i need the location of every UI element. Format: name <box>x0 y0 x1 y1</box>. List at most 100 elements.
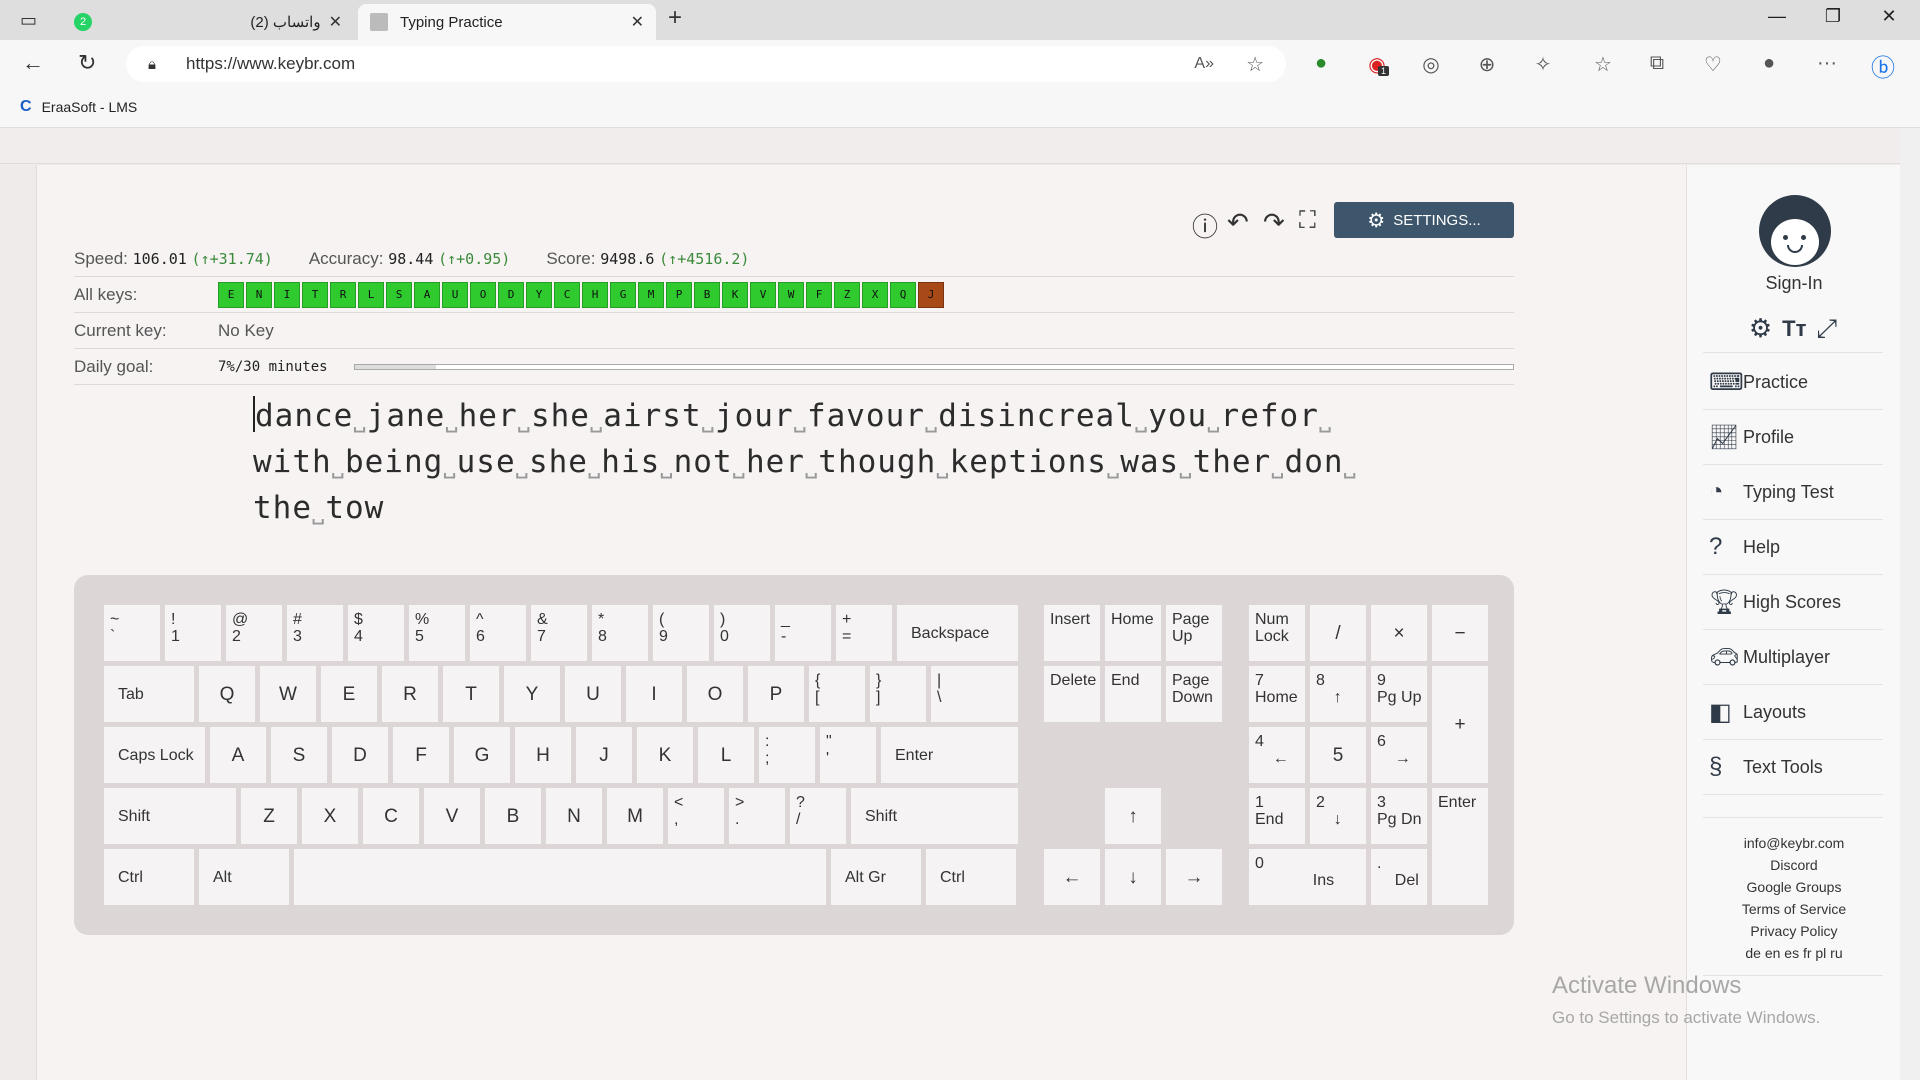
sidebar-item-help[interactable]: ? Help <box>1703 520 1883 575</box>
key-q[interactable]: Q <box>199 666 255 722</box>
key-3[interactable]: # 3 <box>287 605 343 661</box>
settings-button[interactable]: ⚙ SETTINGS... <box>1334 202 1514 238</box>
practice-text[interactable]: dance˽jane˽her˽she˽airst˽jour˽favour˽dis… <box>253 393 1403 531</box>
footer-link[interactable]: Privacy Policy <box>1687 923 1901 939</box>
key-arrow-down[interactable]: ↓ <box>1105 849 1161 905</box>
key-v[interactable]: V <box>424 788 480 844</box>
key-5[interactable]: % 5 <box>409 605 465 661</box>
key-caps-lock[interactable]: Caps Lock <box>104 727 205 783</box>
key-shift-left[interactable]: Shift <box>104 788 236 844</box>
key-10[interactable]: ) 0 <box>714 605 770 661</box>
key-m[interactable]: M <box>607 788 663 844</box>
key-s[interactable]: S <box>271 727 327 783</box>
numpad-key-14[interactable]: Enter <box>1432 788 1488 905</box>
key-f[interactable]: F <box>393 727 449 783</box>
key-7[interactable]: & 7 <box>531 605 587 661</box>
url-field[interactable]: 🔒︎ https://www.keybr.com A» ☆ <box>126 46 1286 82</box>
numpad-key-15[interactable]: 0 Ins <box>1249 849 1366 905</box>
key-g[interactable]: G <box>454 727 510 783</box>
numpad-key-4[interactable]: 7 Home <box>1249 666 1305 722</box>
sidebar-item-profile[interactable]: 📈︎ Profile <box>1703 410 1883 465</box>
key-ctrl-right[interactable]: Ctrl <box>926 849 1016 905</box>
key-punct-8[interactable]: < , <box>668 788 724 844</box>
more-menu-icon[interactable]: ··· <box>1814 52 1840 75</box>
key-shift-right[interactable]: Shift <box>851 788 1018 844</box>
favorite-eraasoft[interactable]: C EraaSoft - LMS <box>20 98 137 116</box>
help-icon[interactable]: ⓘ <box>1192 207 1218 244</box>
key-punct-10[interactable]: ? / <box>790 788 846 844</box>
performance-icon[interactable]: ♡ <box>1700 52 1726 77</box>
key-j[interactable]: J <box>576 727 632 783</box>
close-icon[interactable]: ✕ <box>329 12 342 32</box>
key-punct-10[interactable]: : ; <box>759 727 815 783</box>
numpad-key-9[interactable]: 5 <box>1310 727 1366 783</box>
key-enter[interactable]: Enter <box>881 727 1018 783</box>
sidebar-item-high-scores[interactable]: 🏆︎ High Scores <box>1703 575 1883 630</box>
key-h[interactable]: H <box>515 727 571 783</box>
key-1[interactable]: ! 1 <box>165 605 221 661</box>
scrollbar[interactable] <box>1900 128 1920 1080</box>
key-6[interactable]: ^ 6 <box>470 605 526 661</box>
tab-whatsapp[interactable]: 2 (2) واتساب ✕ <box>62 4 354 40</box>
key-bracket-12[interactable]: } ] <box>870 666 926 722</box>
favorite-star-icon[interactable]: ☆ <box>1246 52 1264 77</box>
numpad-key-3[interactable]: − <box>1432 605 1488 661</box>
key-nav-0[interactable]: Insert <box>1044 605 1100 661</box>
key-ctrl-left[interactable]: Ctrl <box>104 849 194 905</box>
key-bracket-11[interactable]: { [ <box>809 666 865 722</box>
numpad-key-1[interactable]: / <box>1310 605 1366 661</box>
footer-link[interactable]: Discord <box>1687 857 1901 873</box>
tab-typing-practice[interactable]: Typing Practice ✕ <box>358 4 656 40</box>
key-arrow-left[interactable]: ← <box>1044 849 1100 905</box>
numpad-key-12[interactable]: 2 ↓ <box>1310 788 1366 844</box>
key-k[interactable]: K <box>637 727 693 783</box>
key-tab[interactable]: Tab <box>104 666 194 722</box>
key-y[interactable]: Y <box>504 666 560 722</box>
extensions-puzzle-icon[interactable]: ✧ <box>1530 52 1556 77</box>
key-alt-gr[interactable]: Alt Gr <box>831 849 921 905</box>
key-c[interactable]: C <box>363 788 419 844</box>
sidebar-item-multiplayer[interactable]: 🚗︎ Multiplayer <box>1703 630 1883 685</box>
key-t[interactable]: T <box>443 666 499 722</box>
key-e[interactable]: E <box>321 666 377 722</box>
key-a[interactable]: A <box>210 727 266 783</box>
bing-icon[interactable]: ⓑ <box>1870 48 1896 83</box>
numpad-key-7[interactable]: + <box>1432 666 1488 783</box>
key-nav-5[interactable]: Page Down <box>1166 666 1222 722</box>
key-space[interactable] <box>294 849 826 905</box>
key-o[interactable]: O <box>687 666 743 722</box>
key-nav-4[interactable]: End <box>1105 666 1161 722</box>
avatar[interactable] <box>1759 195 1831 267</box>
key-n[interactable]: N <box>546 788 602 844</box>
numpad-key-11[interactable]: 1 End <box>1249 788 1305 844</box>
key-0[interactable]: ~ ` <box>104 605 160 661</box>
footer-link[interactable]: Google Groups <box>1687 879 1901 895</box>
key-r[interactable]: R <box>382 666 438 722</box>
fullscreen-icon[interactable]: ⛶ <box>1299 207 1316 235</box>
numpad-key-5[interactable]: 8 ↑ <box>1310 666 1366 722</box>
numpad-key-2[interactable]: × <box>1371 605 1427 661</box>
numpad-key-10[interactable]: 6 → <box>1371 727 1427 783</box>
key-8[interactable]: * 8 <box>592 605 648 661</box>
collections-icon[interactable]: ⧉ <box>1644 52 1670 75</box>
key-bracket-13[interactable]: | \ <box>931 666 1018 722</box>
extension-world-icon[interactable]: ⊕ <box>1474 52 1500 77</box>
key-punct-9[interactable]: > . <box>729 788 785 844</box>
refresh-icon[interactable]: ↻ <box>78 50 96 76</box>
key-nav-3[interactable]: Delete <box>1044 666 1100 722</box>
numpad-key-0[interactable]: Num Lock <box>1249 605 1305 661</box>
key-nav-1[interactable]: Home <box>1105 605 1161 661</box>
extension-globe-icon[interactable]: ● <box>1308 52 1334 75</box>
key-p[interactable]: P <box>748 666 804 722</box>
profile-icon[interactable]: ● <box>1756 52 1782 75</box>
maximize-icon[interactable]: ❐ <box>1810 6 1856 27</box>
close-icon[interactable]: ✕ <box>631 12 644 32</box>
sidebar-item-layouts[interactable]: ◧ Layouts <box>1703 685 1883 740</box>
extension-grey-icon[interactable]: ◎ <box>1418 52 1444 77</box>
key-11[interactable]: _ - <box>775 605 831 661</box>
key-u[interactable]: U <box>565 666 621 722</box>
sign-in-link[interactable]: Sign-In <box>1687 273 1901 294</box>
close-window-icon[interactable]: ✕ <box>1866 6 1912 27</box>
footer-link[interactable]: Terms of Service <box>1687 901 1901 917</box>
key-arrow-right[interactable]: → <box>1166 849 1222 905</box>
